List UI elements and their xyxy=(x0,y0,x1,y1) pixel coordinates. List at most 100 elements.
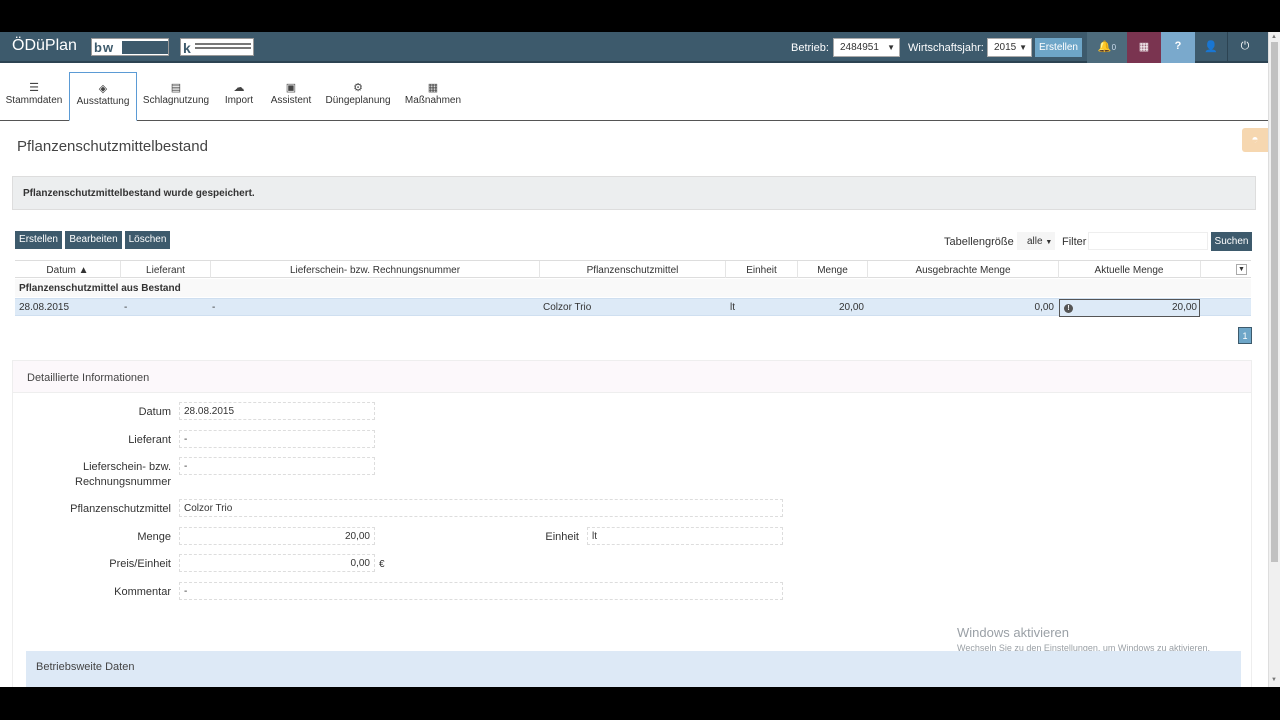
page-title: Pflanzenschutzmittelbestand xyxy=(17,138,208,155)
betrieb-select[interactable]: 2484951 ▼ xyxy=(833,38,900,57)
caret-down-icon: ▼ xyxy=(1045,239,1053,246)
nummer-field[interactable]: - xyxy=(179,457,375,475)
notifications-button[interactable]: 🔔0 xyxy=(1087,32,1127,63)
nav-stammdaten[interactable]: ☰ Stammdaten xyxy=(3,72,65,120)
field-icon: ▤ xyxy=(170,82,182,94)
watermark-title: Windows aktivieren xyxy=(957,625,1069,640)
cell-nummer: - xyxy=(212,302,216,313)
mittel-label: Pflanzenschutzmittel xyxy=(70,503,171,515)
nav-label: Assistent xyxy=(270,95,312,106)
app-title: ÖDüPlan xyxy=(12,37,77,54)
nummer-label-line2: Rechnungsnummer xyxy=(75,476,171,488)
wirtschaftsjahr-value: 2015 xyxy=(994,42,1017,53)
column-header-einheit[interactable]: Einheit xyxy=(726,265,797,276)
column-header-nummer[interactable]: Lieferschein- bzw. Rechnungsnummer xyxy=(211,265,539,276)
info-icon[interactable]: ! xyxy=(1064,304,1073,313)
cell-ausgebracht: 0,00 xyxy=(1034,302,1054,313)
column-header-aktuell[interactable]: Aktuelle Menge xyxy=(1059,265,1199,276)
jahr-erstellen-button[interactable]: Erstellen xyxy=(1035,38,1082,57)
statistics-button[interactable]: ▦ xyxy=(1127,32,1161,63)
tabellengroesse-value: alle xyxy=(1027,236,1043,247)
help-button[interactable]: ? xyxy=(1161,32,1195,63)
cell-menge: 20,00 xyxy=(838,302,864,313)
tabellengroesse-select[interactable]: alle ▼ xyxy=(1017,232,1055,250)
cell-einheit: lt xyxy=(730,302,735,313)
cell-aktuell-editor[interactable]: ! 20,00 xyxy=(1059,299,1200,317)
betrieb-label: Betrieb: xyxy=(791,42,829,54)
details-panel-title: Detaillierte Informationen xyxy=(13,361,1251,393)
bearbeiten-button[interactable]: Bearbeiten xyxy=(65,231,122,249)
vertical-scrollbar[interactable]: ▲ ▼ xyxy=(1268,32,1280,687)
scroll-up-icon[interactable]: ▲ xyxy=(1271,34,1277,40)
erstellen-button[interactable]: Erstellen xyxy=(15,231,62,249)
nav-label: Düngeplanung xyxy=(325,95,391,106)
nav-schlagnutzung[interactable]: ▤ Schlagnutzung xyxy=(142,72,210,120)
table-header: Datum ▲ Lieferant Lieferschein- bzw. Rec… xyxy=(15,260,1251,278)
einheit-label: Einheit xyxy=(545,531,579,543)
menge-field[interactable]: 20,00 xyxy=(179,527,375,545)
table-group-row: Pflanzenschutzmittel aus Bestand xyxy=(15,279,1251,297)
nav-assistent[interactable]: ▣ Assistent xyxy=(268,72,314,120)
logout-button[interactable]: ⏻ xyxy=(1228,32,1262,63)
nav-label: Import xyxy=(224,95,254,106)
top-bar: ÖDüPlan bw k Betrieb: 2484951 ▼ Wirtschaf… xyxy=(0,32,1268,63)
user-icon: 👤 xyxy=(1204,41,1218,53)
nav-import[interactable]: ☁ Import xyxy=(220,72,258,120)
caret-down-icon: ▼ xyxy=(1238,266,1245,273)
success-alert: Pflanzenschutzmittelbestand wurde gespei… xyxy=(12,176,1256,210)
preis-label: Preis/Einheit xyxy=(109,558,171,570)
cell-lieferant: - xyxy=(124,302,128,313)
lieferant-field[interactable]: - xyxy=(179,430,375,448)
betriebsweite-daten-panel: Betriebsweite Daten xyxy=(26,651,1241,687)
app-window: ÖDüPlan bw k Betrieb: 2484951 ▼ Wirtschaf… xyxy=(0,32,1280,687)
cell-datum: 28.08.2015 xyxy=(19,302,70,313)
windows-activation-watermark: Windows aktivieren Wechseln Sie zu den E… xyxy=(957,625,1210,653)
lieferant-label: Lieferant xyxy=(128,434,171,446)
column-header-ausgebracht[interactable]: Ausgebrachte Menge xyxy=(868,265,1058,276)
preis-field[interactable]: 0,00 xyxy=(179,554,375,572)
cell-mittel: Colzor Trio xyxy=(543,302,592,313)
datum-field[interactable]: 28.08.2015 xyxy=(179,402,375,420)
column-header-mittel[interactable]: Pflanzenschutzmittel xyxy=(540,265,725,276)
caret-down-icon: ▼ xyxy=(887,43,895,52)
table-row[interactable]: 28.08.2015 - - Colzor Trio lt 20,00 0,00… xyxy=(15,298,1251,317)
nav-label: Ausstattung xyxy=(76,96,130,107)
kommentar-label: Kommentar xyxy=(114,586,171,598)
scroll-down-icon[interactable]: ▼ xyxy=(1271,677,1277,683)
tabellengroesse-label: Tabellengröße xyxy=(944,236,1014,248)
nav-massnahmen[interactable]: ▦ Maßnahmen xyxy=(402,72,464,120)
cloud-upload-icon: ☁ xyxy=(233,82,245,94)
dashboard-toggle-button[interactable]: ◓ xyxy=(1242,128,1268,152)
menge-label: Menge xyxy=(137,531,171,543)
nav-duengeplanung[interactable]: ⚙ Düngeplanung xyxy=(324,72,392,120)
nav-label: Stammdaten xyxy=(5,95,63,106)
column-header-lieferant[interactable]: Lieferant xyxy=(121,265,210,276)
bw-beratung-logo: bw xyxy=(91,38,169,56)
wizard-icon: ▣ xyxy=(285,82,297,94)
column-header-datum[interactable]: Datum ▲ xyxy=(15,265,120,276)
cube-icon: ◈ xyxy=(98,83,108,95)
bell-icon: 🔔 xyxy=(1097,41,1112,53)
column-menu-button[interactable]: ▼ xyxy=(1236,264,1247,275)
betrieb-value: 2484951 xyxy=(840,42,879,53)
user-button[interactable]: 👤 xyxy=(1195,32,1227,63)
scrollbar-thumb[interactable] xyxy=(1271,42,1278,562)
filter-label: Filter xyxy=(1062,236,1087,248)
nav-ausstattung[interactable]: ◈ Ausstattung xyxy=(69,72,137,121)
pagination-page-1[interactable]: 1 xyxy=(1238,327,1252,344)
caret-down-icon: ▼ xyxy=(1019,43,1027,52)
nummer-label-line1: Lieferschein- bzw. xyxy=(82,461,171,473)
filter-input[interactable] xyxy=(1088,232,1208,250)
loeschen-button[interactable]: Löschen xyxy=(125,231,170,249)
wirtschaftsjahr-select[interactable]: 2015 ▼ xyxy=(987,38,1032,57)
gears-icon: ⚙ xyxy=(353,82,363,94)
einheit-field[interactable]: lt xyxy=(587,527,783,545)
nav-label: Schlagnutzung xyxy=(142,95,210,106)
currency-symbol: € xyxy=(379,559,385,570)
nav-label: Maßnahmen xyxy=(404,95,462,106)
wirtschaftsjahr-label: Wirtschaftsjahr: xyxy=(908,42,984,54)
mittel-field[interactable]: Colzor Trio xyxy=(179,499,783,517)
column-header-menge[interactable]: Menge xyxy=(798,265,867,276)
kommentar-field[interactable]: - xyxy=(179,582,783,600)
suchen-button[interactable]: Suchen xyxy=(1211,232,1252,251)
